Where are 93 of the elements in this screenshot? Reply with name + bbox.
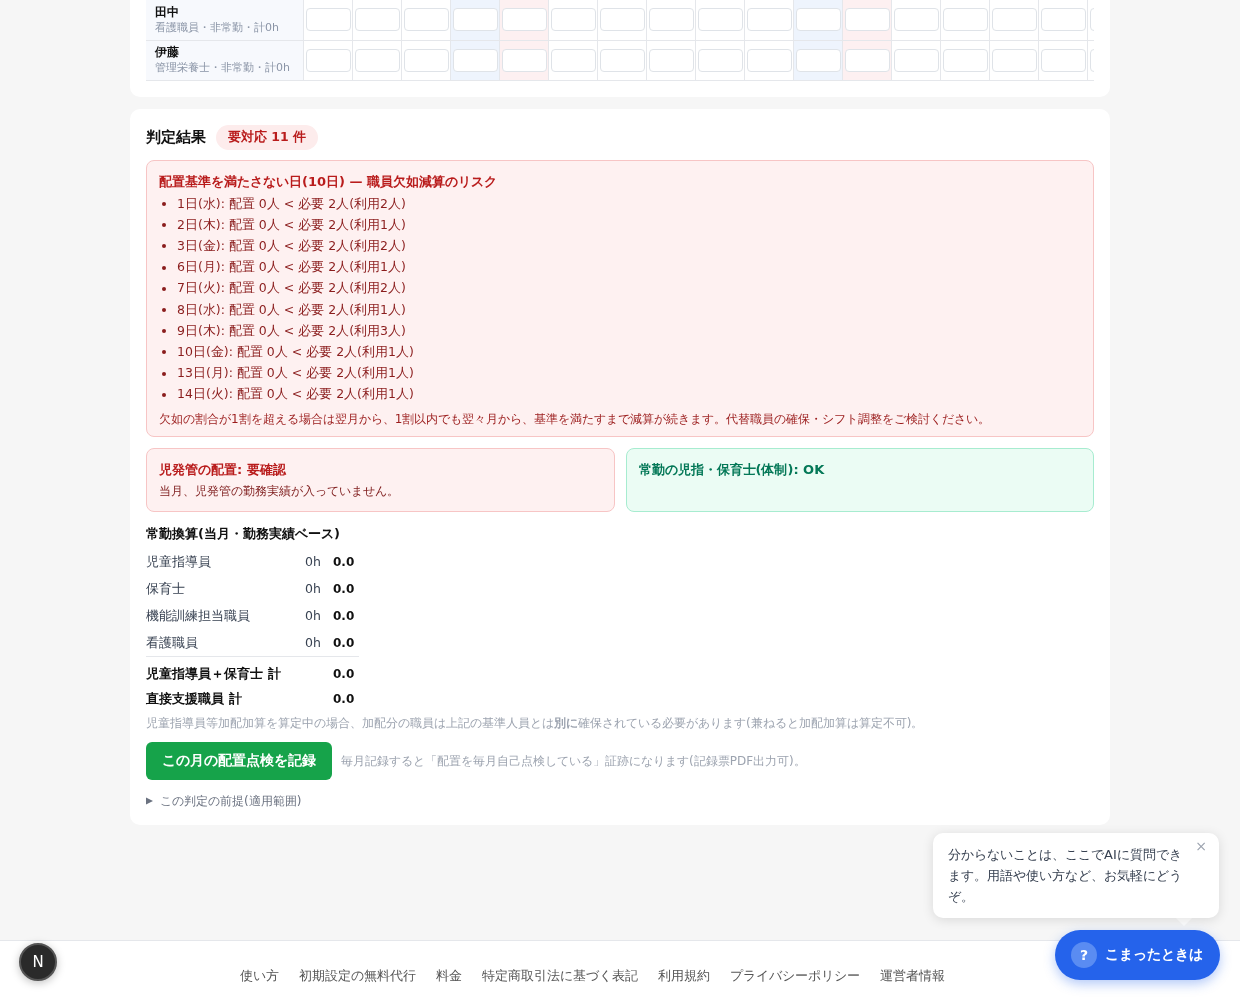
check-title: 児発管の配置: 要確認 xyxy=(159,461,287,480)
fte-value: 0.0 xyxy=(333,635,356,650)
bullet-icon xyxy=(162,244,166,249)
shift-input[interactable] xyxy=(354,48,400,72)
fte-value: 0.0 xyxy=(333,554,356,569)
alert-note: 欠如の割合が1割を超える場合は翌月から、1割以内でも翌々月から、基準を満たすまで減算が続きます。代替職員の確保・シフト調整をご検討ください。 xyxy=(159,411,992,429)
record-hint: 毎月記録すると「配置を毎月自己点検している」証跡になります(記録票PDF出力可)。 xyxy=(341,752,806,770)
check-text: 当月、児発管の勤務実績が入っていません。 xyxy=(159,483,400,501)
shift-input[interactable] xyxy=(648,48,694,72)
shift-input[interactable] xyxy=(893,8,939,32)
total-value: 0.0 xyxy=(333,666,356,681)
shift-input[interactable] xyxy=(795,48,841,72)
footer-link[interactable]: 運営者情報 xyxy=(879,966,945,986)
total-label: 直接支援職員 計 xyxy=(146,689,243,708)
shift-input[interactable] xyxy=(501,8,547,32)
footer-link[interactable]: 特定商取引法に基づく表記 xyxy=(481,966,638,986)
shift-input[interactable] xyxy=(452,8,498,32)
alert-item: 13日(月): 配置 0人 < 必要 2人(利用1人) xyxy=(177,365,414,383)
staff-detail: 管理栄養士・非常勤・計0h xyxy=(155,60,291,75)
bullet-icon xyxy=(162,392,166,397)
shift-input[interactable] xyxy=(991,8,1037,32)
hours-value: 0h xyxy=(305,608,321,624)
shift-input[interactable] xyxy=(942,8,988,32)
fte-value: 0.0 xyxy=(333,608,356,623)
staff-name: 伊藤 xyxy=(155,45,180,60)
alert-item: 7日(火): 配置 0人 < 必要 2人(利用2人) xyxy=(177,280,406,298)
shift-input[interactable] xyxy=(697,8,743,32)
shift-input[interactable] xyxy=(648,8,694,32)
bullet-icon xyxy=(162,350,166,355)
alert-item: 9日(木): 配置 0人 < 必要 2人(利用3人) xyxy=(177,322,406,340)
shift-input[interactable] xyxy=(403,8,449,32)
shift-input[interactable] xyxy=(942,48,988,72)
shift-input[interactable] xyxy=(305,48,351,72)
shift-input[interactable] xyxy=(697,48,743,72)
tooltip-text: 分からないことは、ここでAIに質問できます。用語や使い方など、お気軽にどうぞ。 xyxy=(948,846,1183,906)
bullet-icon xyxy=(162,329,166,334)
role-label: 看護職員 xyxy=(146,633,199,652)
bullet-icon xyxy=(162,371,166,376)
shift-input[interactable] xyxy=(550,48,596,72)
shift-input[interactable] xyxy=(1040,48,1086,72)
disclosure-toggle[interactable]: この判定の前提(適用範囲) xyxy=(146,790,302,813)
shift-input[interactable] xyxy=(305,8,351,32)
staff-name: 田中 xyxy=(155,4,180,20)
alert-item: 10日(金): 配置 0人 < 必要 2人(利用1人) xyxy=(177,343,414,361)
shift-input[interactable] xyxy=(403,48,449,72)
bullet-icon xyxy=(162,308,166,313)
staff-detail: 看護職員・非常勤・計0h xyxy=(155,19,280,35)
check-title: 常勤の児指・保育士(体制): OK xyxy=(638,461,826,480)
bullet-icon xyxy=(162,223,166,228)
shift-input[interactable] xyxy=(844,48,890,72)
footer-link[interactable]: 料金 xyxy=(435,966,462,986)
alert-item: 8日(水): 配置 0人 < 必要 2人(利用1人) xyxy=(177,301,406,319)
shift-input[interactable] xyxy=(354,8,400,32)
shift-input[interactable] xyxy=(746,8,792,32)
shift-input[interactable] xyxy=(795,8,841,32)
shift-input[interactable] xyxy=(991,48,1037,72)
bullet-icon xyxy=(162,202,166,207)
count-badge: 要対応 11 件 xyxy=(216,125,319,150)
footer-link[interactable]: 初期設定の無料代行 xyxy=(298,966,416,986)
shift-input[interactable] xyxy=(599,8,645,32)
alert-item: 6日(月): 配置 0人 < 必要 2人(利用1人) xyxy=(177,259,406,277)
alert-item: 2日(木): 配置 0人 < 必要 2人(利用1人) xyxy=(177,216,406,234)
footer-link[interactable]: 利用規約 xyxy=(657,966,710,986)
role-label: 機能訓練担当職員 xyxy=(146,606,251,625)
alert-item: 3日(金): 配置 0人 < 必要 2人(利用2人) xyxy=(177,237,406,255)
fte-value: 0.0 xyxy=(333,581,356,596)
bullet-icon xyxy=(162,286,166,291)
shift-input[interactable] xyxy=(452,48,498,72)
shift-input[interactable] xyxy=(599,48,645,72)
section-title: 判定結果 xyxy=(146,128,206,147)
subsection-title: 常勤換算(当月・勤務実績ベース) xyxy=(146,525,341,544)
footer-link[interactable]: 使い方 xyxy=(239,966,279,986)
note-text: 児童指導員等加配加算を算定中の場合、加配分の職員は上記の基準人員とは別に確保されている必要があります(兼ねると加配加算は算定不可)。 xyxy=(146,715,925,733)
role-label: 保育士 xyxy=(146,579,186,598)
help-button[interactable]: ? こまったときは xyxy=(1055,930,1220,980)
alert-title: 配置基準を満たさない日(10日) — 職員欠如減算のリスク xyxy=(159,172,499,191)
alert-item: 1日(水): 配置 0人 < 必要 2人(利用2人) xyxy=(177,195,406,213)
shift-input[interactable] xyxy=(501,48,547,72)
shift-input[interactable] xyxy=(844,8,890,32)
role-label: 児童指導員 xyxy=(146,552,212,571)
shift-input[interactable] xyxy=(893,48,939,72)
shift-input[interactable] xyxy=(1040,8,1086,32)
hours-value: 0h xyxy=(305,635,321,651)
help-icon: ? xyxy=(1071,942,1097,968)
hours-value: 0h xyxy=(305,554,321,570)
shift-input[interactable] xyxy=(550,8,596,32)
hours-value: 0h xyxy=(305,581,321,597)
total-label: 児童指導員＋保育士 計 xyxy=(146,664,282,683)
total-value: 0.0 xyxy=(333,691,356,706)
alert-item: 14日(火): 配置 0人 < 必要 2人(利用1人) xyxy=(177,386,414,404)
bullet-icon xyxy=(162,265,166,270)
shift-input[interactable] xyxy=(746,48,792,72)
footer-link[interactable]: プライバシーポリシー xyxy=(729,966,860,986)
